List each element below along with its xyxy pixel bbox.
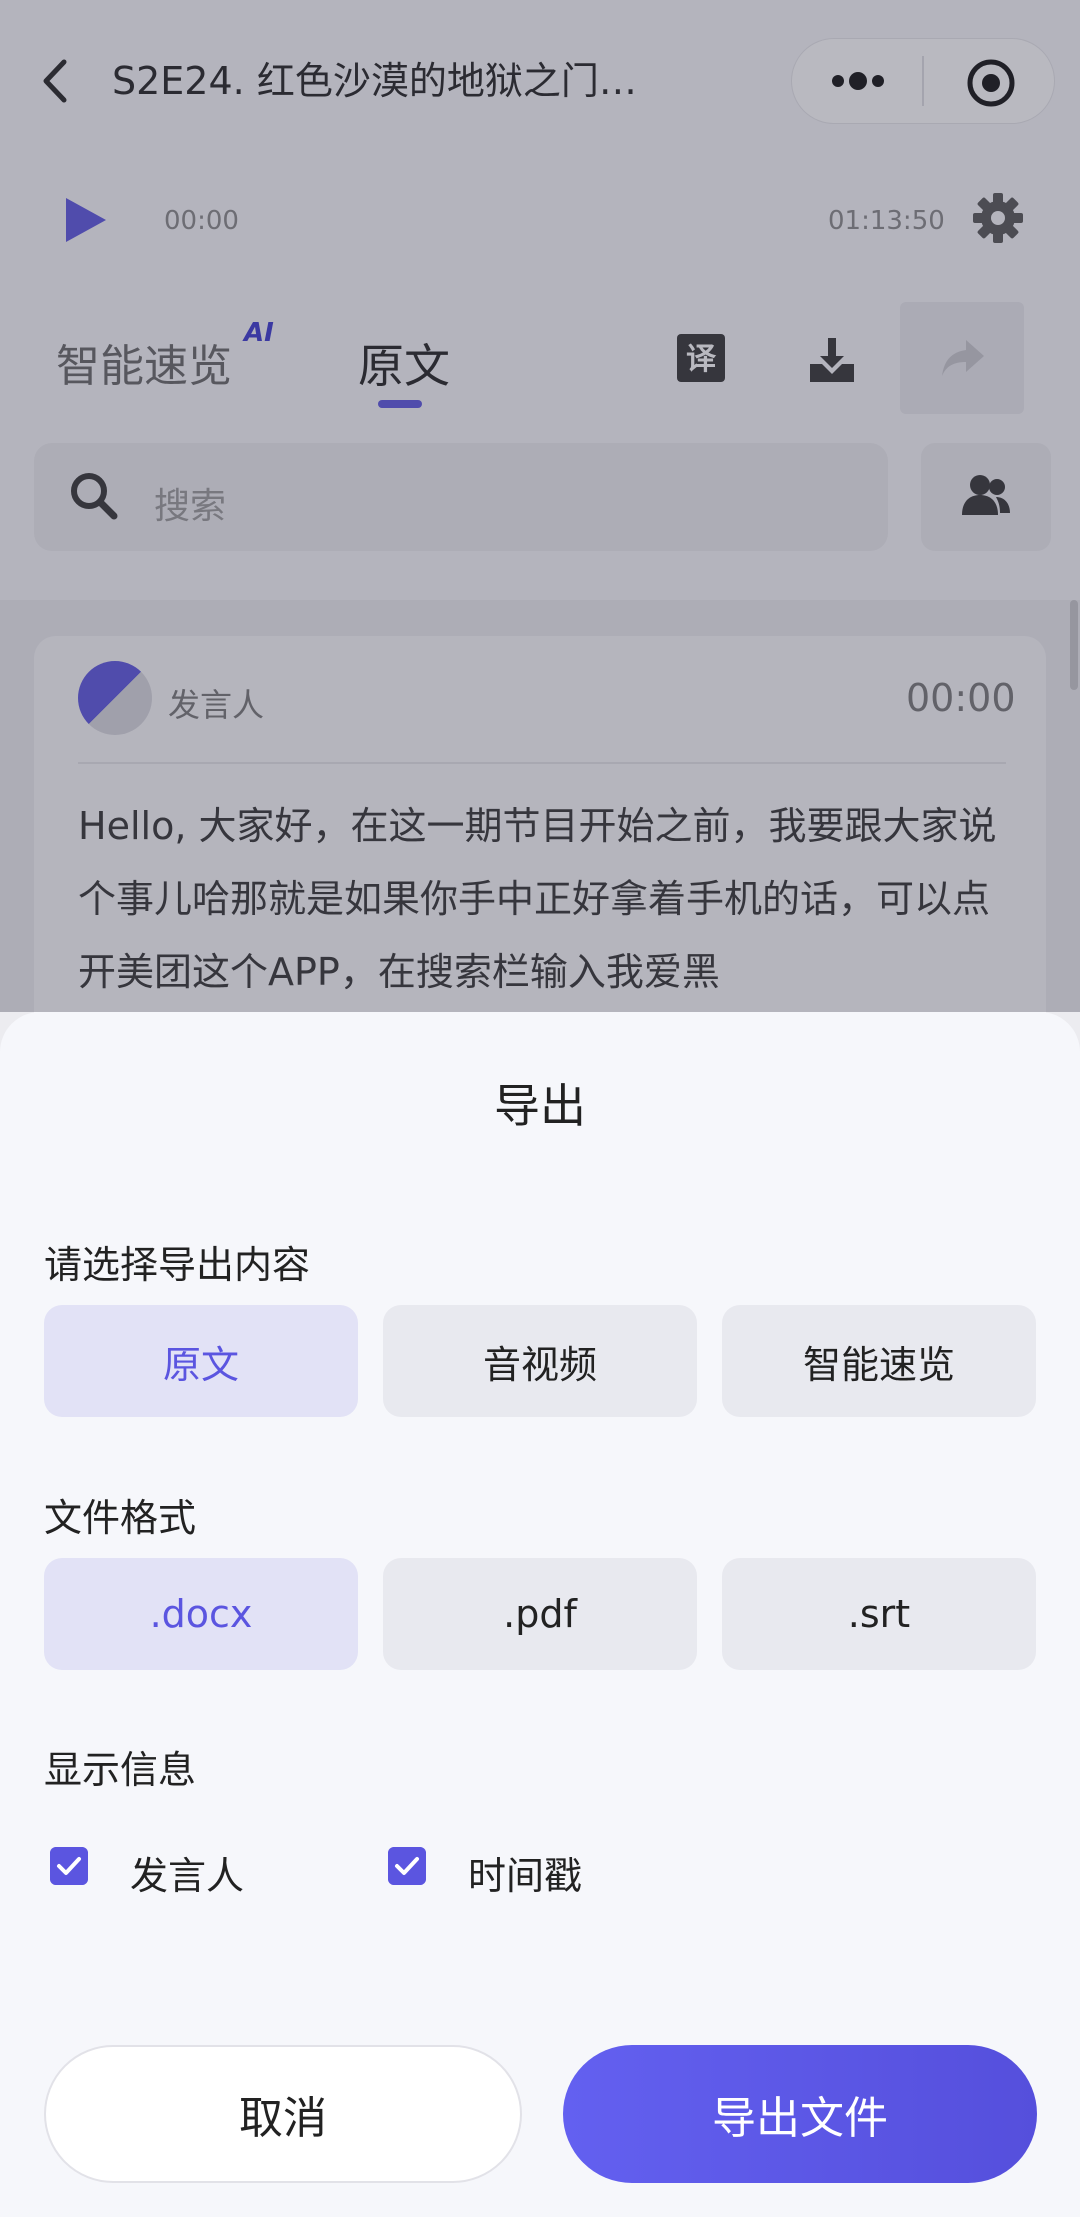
modal-overlay[interactable]: [0, 0, 1080, 1012]
checkbox-timestamp-label[interactable]: 时间戳: [468, 1845, 582, 1900]
format-section-label: 文件格式: [44, 1496, 197, 1540]
format-srt[interactable]: .srt: [722, 1558, 1036, 1670]
info-section-label: 显示信息: [44, 1748, 197, 1792]
cancel-button[interactable]: 取消: [44, 2045, 522, 2183]
option-smart-overview[interactable]: 智能速览: [722, 1305, 1036, 1417]
checkbox-speaker-icon[interactable]: [50, 1847, 88, 1885]
sheet-title: 导出: [494, 1079, 586, 1133]
checkbox-speaker-label[interactable]: 发言人: [130, 1845, 244, 1900]
option-audio-video[interactable]: 音视频: [383, 1305, 697, 1417]
format-docx[interactable]: .docx: [44, 1558, 358, 1670]
option-original[interactable]: 原文: [44, 1305, 358, 1417]
export-file-button[interactable]: 导出文件: [563, 2045, 1037, 2183]
content-section-label: 请选择导出内容: [44, 1243, 311, 1287]
format-pdf[interactable]: .pdf: [383, 1558, 697, 1670]
checkbox-timestamp-icon[interactable]: [388, 1847, 426, 1885]
